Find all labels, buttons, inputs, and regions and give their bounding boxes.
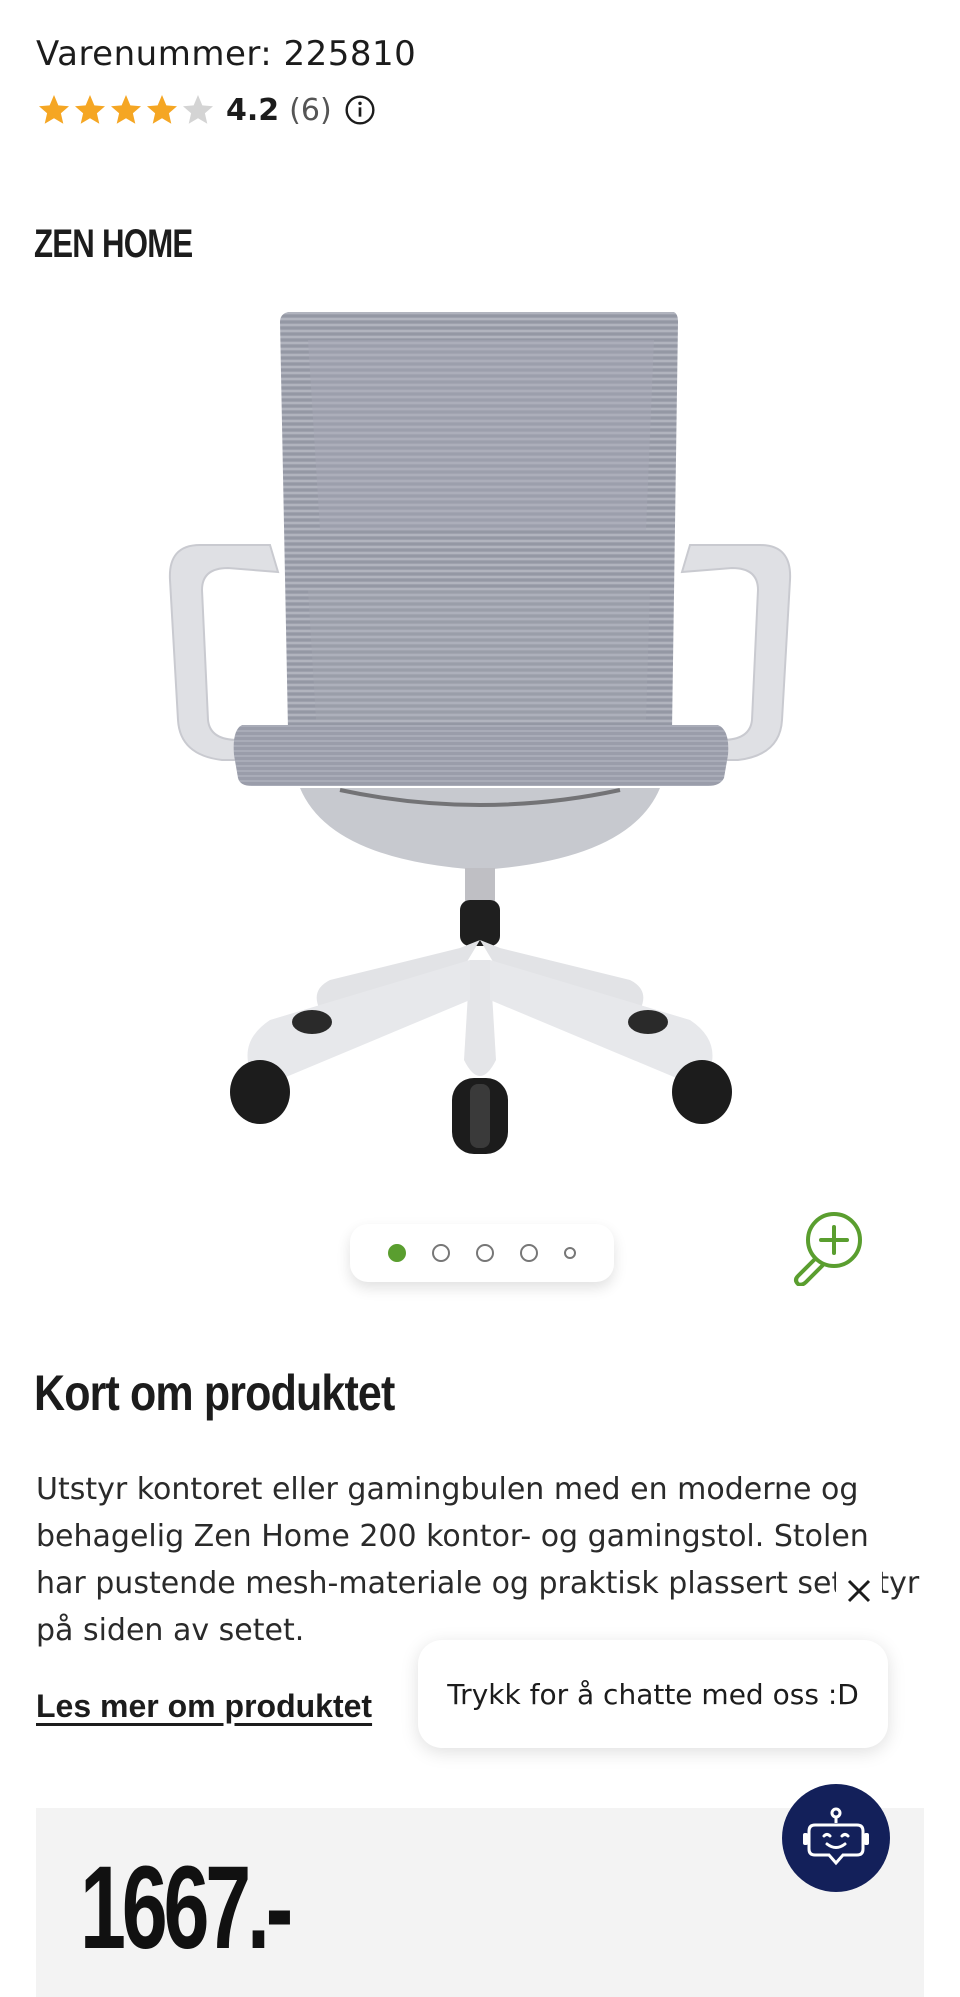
gallery-dot-2[interactable] [432,1244,450,1262]
section-title: Kort om produktet [34,1365,395,1421]
product-description: Utstyr kontoret eller gamingbulen med en… [36,1472,920,1648]
brand-logo: ZEN HOME [34,222,193,266]
chat-prompt-bubble[interactable]: Trykk for å chatte med oss :D [418,1640,888,1748]
close-icon [847,1579,871,1603]
gallery-dot-4[interactable] [520,1244,538,1262]
zoom-in-icon[interactable] [788,1206,868,1286]
product-image[interactable] [130,300,830,1220]
rating-row: 4.2 (6) [36,88,376,132]
sku-label: Varenummer: 225810 [36,34,417,74]
rating-stars [36,92,216,128]
star-icon [111,95,141,124]
gallery-dot-1[interactable] [388,1244,406,1262]
star-icon [147,95,177,124]
chat-close-button[interactable] [836,1568,882,1614]
chat-launcher-button[interactable] [782,1784,890,1892]
star-icon [75,95,105,124]
rating-value: 4.2 [226,92,280,128]
read-more-link[interactable]: Les mer om produktet [36,1688,372,1725]
gallery-dot-3[interactable] [476,1244,494,1262]
info-icon[interactable] [344,94,376,126]
price: 1667.- [80,1842,293,1974]
rating-count: (6) [289,92,332,128]
star-empty-icon [183,95,213,124]
gallery-pagination [350,1224,614,1282]
chatbot-icon [803,1807,869,1866]
star-icon [39,95,69,124]
gallery-dot-5[interactable] [564,1247,576,1259]
